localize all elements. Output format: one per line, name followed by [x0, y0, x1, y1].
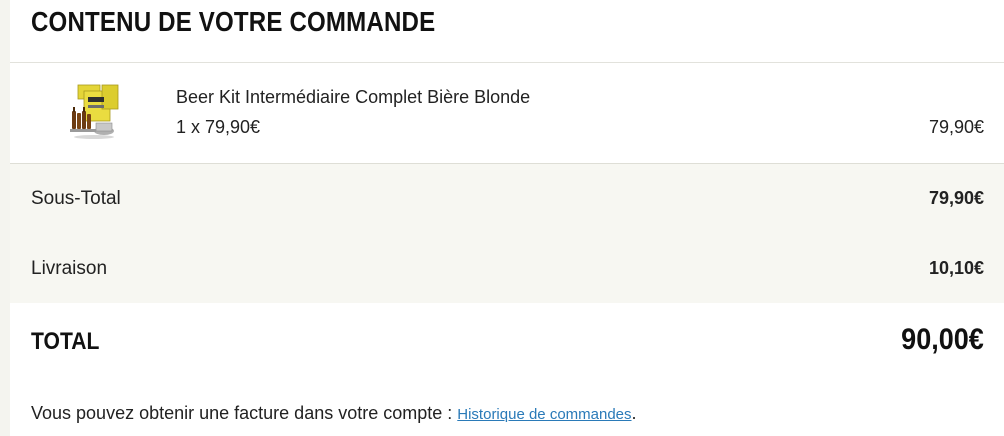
order-item-row: Beer Kit Intermédiaire Complet Bière Blo…: [10, 63, 1004, 163]
invoice-note: Vous pouvez obtenir une facture dans vot…: [31, 403, 637, 424]
shipping-row: Livraison 10,10€: [10, 258, 1004, 288]
page-gutter: [0, 0, 10, 436]
product-name[interactable]: Beer Kit Intermédiaire Complet Bière Blo…: [176, 87, 530, 108]
product-quantity-price: 1 x 79,90€: [176, 117, 261, 137]
total-label: TOTAL: [31, 328, 100, 355]
beer-kit-product-image[interactable]: [64, 81, 124, 143]
shipping-value: 10,10€: [928, 258, 984, 278]
subtotal-row: Sous-Total 79,90€: [10, 188, 1004, 218]
total-value: 90,00€: [901, 323, 984, 356]
order-contents-panel: CONTENU DE VOTRE COMMANDE Beer Kit Inter…: [10, 0, 1004, 436]
invoice-note-suffix: .: [631, 403, 637, 423]
shipping-label: Livraison: [31, 258, 108, 279]
product-line-total: 79,90€: [928, 117, 984, 137]
order-history-link[interactable]: Historique de commandes: [457, 406, 631, 423]
product-thumbnail-graphic: [70, 84, 119, 139]
order-title: CONTENU DE VOTRE COMMANDE: [31, 6, 436, 37]
invoice-note-text: Vous pouvez obtenir une facture dans vot…: [31, 403, 458, 423]
subtotal-value: 79,90€: [928, 188, 984, 208]
order-summary: Sous-Total 79,90€ Livraison 10,10€: [10, 164, 1004, 303]
total-row: TOTAL 90,00€: [10, 303, 1004, 383]
subtotal-label: Sous-Total: [31, 188, 121, 209]
